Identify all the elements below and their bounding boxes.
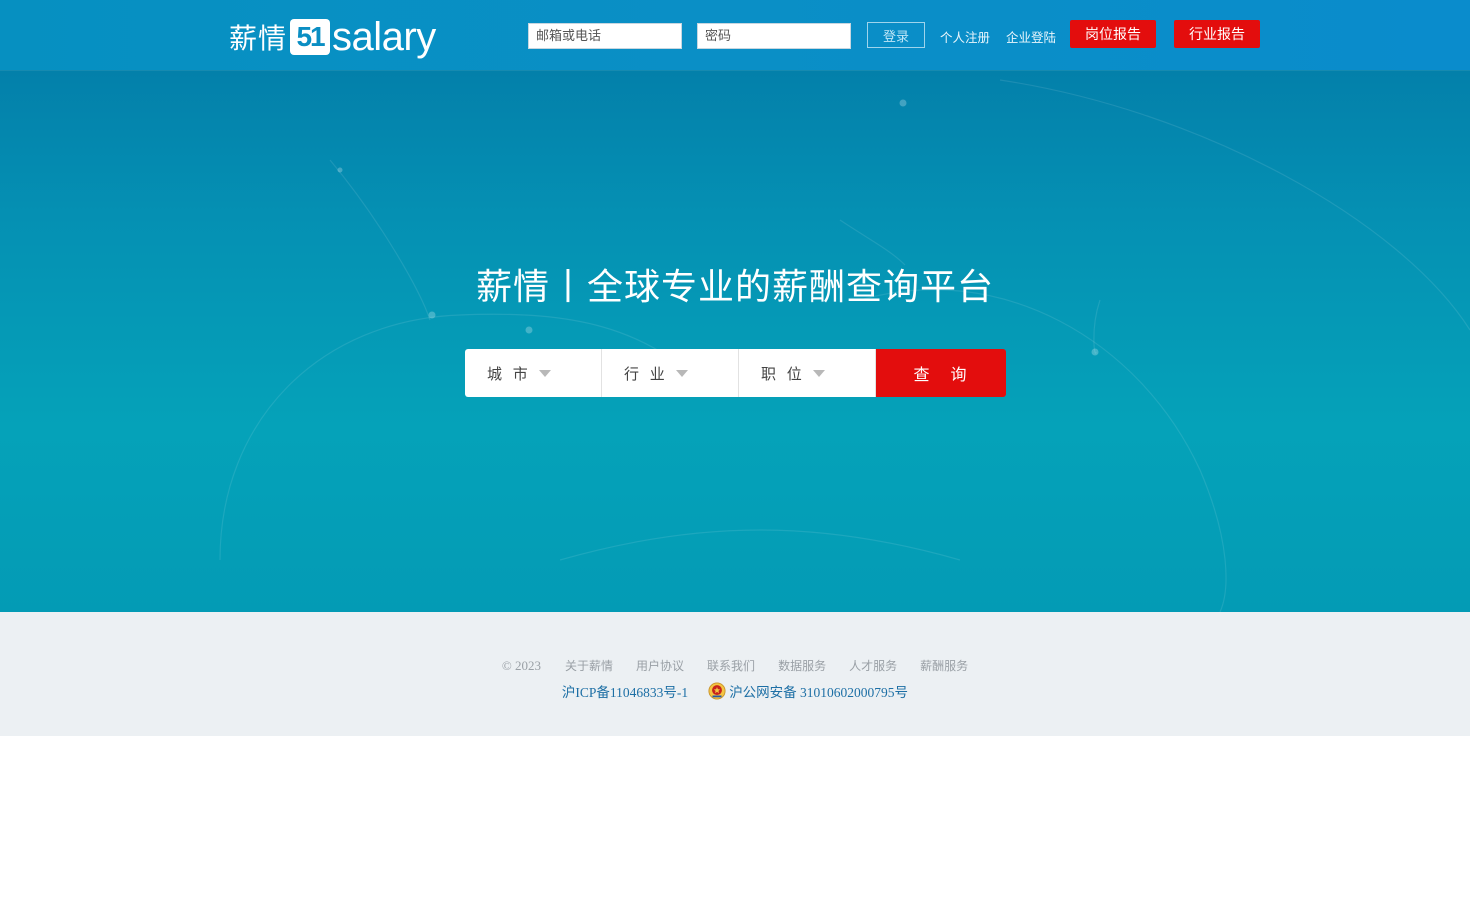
footer-link-salary-service[interactable]: 薪酬服务 (920, 657, 968, 674)
city-select[interactable]: 城 市 (465, 349, 602, 397)
site-logo[interactable]: 薪情 51 salary (229, 16, 436, 58)
footer-link-data-service[interactable]: 数据服务 (778, 657, 826, 674)
dropdown-arrow-icon (538, 369, 551, 377)
footer-links: © 2023 关于薪情 用户协议 联系我们 数据服务 人才服务 薪酬服务 (0, 657, 1470, 674)
position-select-label: 职 位 (761, 364, 805, 383)
corporate-login-link[interactable]: 企业登陆 (1006, 27, 1056, 46)
email-phone-input[interactable] (528, 23, 682, 49)
dropdown-arrow-icon (675, 369, 688, 377)
hero-section: 薪情 51 salary 登录 个人注册 企业登陆 岗位报告 行业报告 薪情丨全… (0, 0, 1470, 612)
copyright-text: © 2023 (501, 657, 542, 673)
salary-search-bar: 城 市 行 业 职 位 查 询 (465, 349, 1006, 397)
city-select-label: 城 市 (487, 364, 531, 383)
footer-link-talent-service[interactable]: 人才服务 (849, 657, 897, 674)
job-report-button[interactable]: 岗位报告 (1070, 20, 1156, 48)
industry-select-label: 行 业 (624, 364, 668, 383)
password-input[interactable] (697, 23, 851, 49)
footer-link-about[interactable]: 关于薪情 (565, 657, 613, 674)
search-button[interactable]: 查 询 (876, 349, 1006, 397)
position-select[interactable]: 职 位 (739, 349, 876, 397)
industry-select[interactable]: 行 业 (602, 349, 739, 397)
personal-register-link[interactable]: 个人注册 (940, 27, 990, 46)
icp-license-link[interactable]: 沪ICP备11046833号-1 (562, 681, 688, 701)
footer-link-agreement[interactable]: 用户协议 (636, 657, 684, 674)
page-footer: © 2023 关于薪情 用户协议 联系我们 数据服务 人才服务 薪酬服务 沪IC… (0, 612, 1470, 736)
footer-registration: 沪ICP备11046833号-1 沪公网安备 31010602000795号 (0, 681, 1470, 701)
top-header: 薪情 51 salary 登录 个人注册 企业登陆 岗位报告 行业报告 (0, 0, 1470, 70)
banner-slogan: 薪情丨全球专业的薪酬查询平台 (475, 267, 994, 308)
logo-number-badge: 51 (290, 19, 331, 55)
dropdown-arrow-icon (812, 369, 825, 377)
login-button[interactable]: 登录 (867, 22, 925, 48)
logo-chinese-text: 薪情 (229, 22, 288, 55)
logo-english-text: salary (332, 15, 436, 59)
industry-report-button[interactable]: 行业报告 (1174, 20, 1260, 48)
police-record-link[interactable]: 沪公网安备 31010602000795号 (729, 681, 908, 701)
footer-link-contact[interactable]: 联系我们 (707, 657, 755, 674)
police-badge-icon (708, 682, 726, 700)
